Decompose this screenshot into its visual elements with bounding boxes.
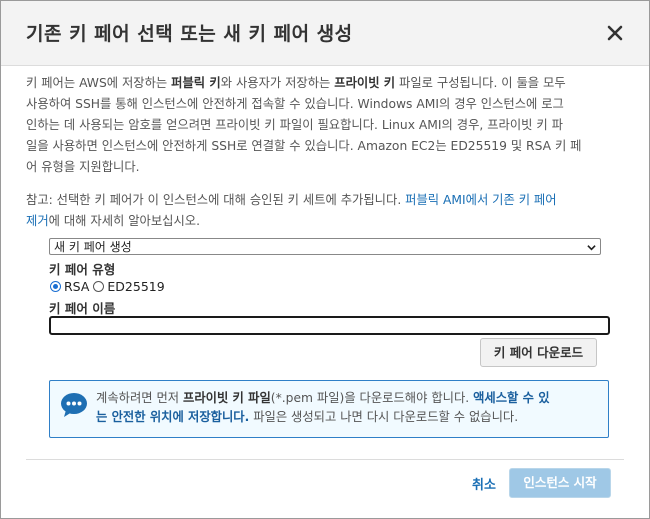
key-pair-select-value: 새 키 페어 생성 <box>54 240 132 254</box>
chat-bubble-icon <box>61 393 87 417</box>
footer-divider <box>26 459 624 460</box>
radio-rsa[interactable] <box>50 280 61 292</box>
launch-instance-button[interactable]: 인스턴스 시작 <box>509 468 611 498</box>
dialog-title: 기존 키 페어 선택 또는 새 키 페어 생성 <box>26 23 353 45</box>
radio-ed25519-label: ED25519 <box>107 278 165 294</box>
public-key-term: 퍼블릭 키 <box>171 76 221 90</box>
key-pair-dialog: 기존 키 페어 선택 또는 새 키 페어 생성 키 페어는 AWS에 저장하는 … <box>0 0 650 519</box>
info-alert-text: 계속하려면 먼저 프라이빗 키 파일(*.pem 파일)을 다운로드해야 합니다… <box>96 391 550 424</box>
chevron-down-icon <box>587 245 596 251</box>
description-line: 어 유형을 지원합니다. <box>26 160 140 174</box>
close-icon[interactable] <box>603 21 627 45</box>
description-line: 인하는 데 사용되는 암호를 얻으려면 프라이빗 키 파일이 필요합니다. Li… <box>26 118 563 132</box>
key-type-radio-group: RSA ED25519 <box>50 277 169 295</box>
learn-more-link[interactable]: 퍼블릭 AMI에서 기존 키 페어 <box>405 193 556 207</box>
info-alert: 계속하려면 먼저 프라이빗 키 파일(*.pem 파일)을 다운로드해야 합니다… <box>49 380 609 438</box>
key-pair-select[interactable]: 새 키 페어 생성 <box>49 238 601 255</box>
description-line: 키 페어는 AWS에 저장하는 퍼블릭 키와 사용자가 저장하는 프라이빗 키 … <box>26 76 566 90</box>
private-key-term: 프라이빗 키 <box>334 76 396 90</box>
learn-more-link-continued[interactable]: 제거 <box>26 214 49 228</box>
key-name-label: 키 페어 이름 <box>49 301 116 316</box>
radio-rsa-label: RSA <box>64 278 90 294</box>
key-name-input[interactable] <box>49 316 610 335</box>
cancel-button[interactable]: 취소 <box>472 474 496 493</box>
description-line: 일을 사용하면 인스턴스에 안전하게 SSH로 연결할 수 있습니다. Amaz… <box>26 139 582 153</box>
key-type-label: 키 페어 유형 <box>49 262 116 277</box>
radio-ed25519[interactable] <box>93 280 105 292</box>
description-line: 사용하여 SSH를 통해 인스턴스에 안전하게 접속할 수 있습니다. Wind… <box>26 97 564 111</box>
note-text: 참고: 선택한 키 페어가 이 인스턴스에 대해 승인된 키 세트에 추가됩니다… <box>26 193 557 228</box>
description-text: 키 페어는 AWS에 저장하는 퍼블릭 키와 사용자가 저장하는 프라이빗 키 … <box>26 73 626 178</box>
download-key-pair-button[interactable]: 키 페어 다운로드 <box>480 338 597 367</box>
dialog-header: 기존 키 페어 선택 또는 새 키 페어 생성 <box>1 1 649 66</box>
